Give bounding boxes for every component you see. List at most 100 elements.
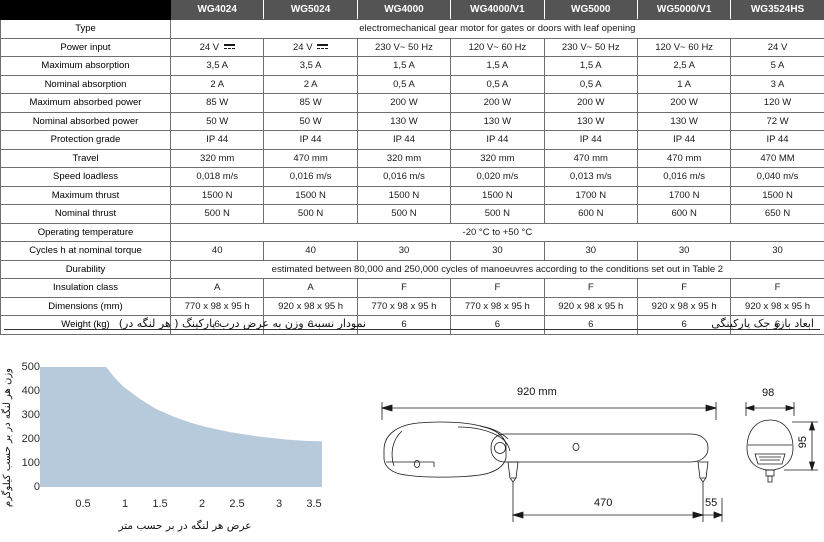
table-row: Protection grade IP 44 IP 44 IP 44 IP 44 IP 4…	[0, 130, 824, 150]
row-value-cell: 1,5 A	[543, 56, 638, 76]
table-row: Nominal absorbed power 50 W 50 W 130 W 130 W…	[0, 111, 824, 131]
row-value-cell: IP 44	[543, 130, 638, 150]
row-value-cell: 470 MM	[730, 148, 824, 168]
table-row: Maximum absorbed power 85 W 85 W 200 W 200 W…	[0, 93, 824, 113]
row-value-cell: 200 W	[543, 93, 638, 113]
row-label: Power input	[0, 37, 171, 57]
table-row: Cycles h at nominal torque 40 40 30 30 30 30 30	[0, 241, 824, 261]
dimension-label-bracket-span: 470	[594, 497, 613, 509]
row-value-cell: 40	[169, 241, 265, 261]
row-value-cell: 500 N	[169, 204, 265, 224]
table-row: Type electromechanical gear motor for gat…	[0, 19, 824, 39]
row-label: Maximum absorption	[0, 56, 171, 76]
table-row: Travel 320 mm 470 mm 320 mm 320 mm 470 mm 470 …	[0, 148, 824, 168]
dc-voltage-icon	[317, 43, 329, 50]
row-value-cell: 5 A	[730, 56, 824, 76]
row-value-cell: 72 W	[730, 111, 824, 131]
specification-table: WG4024 WG5024 WG4000 WG4000/V1 WG5000 WG…	[0, 0, 824, 335]
row-value-cell: 500 N	[263, 204, 358, 224]
row-value-cell: 130 W	[450, 111, 545, 131]
row-value-cell: 2,5 A	[636, 56, 732, 76]
row-label: Protection grade	[0, 130, 171, 150]
row-value-spanning: electromechanical gear motor for gates o…	[170, 19, 824, 39]
row-value-cell: 320 mm	[169, 148, 265, 168]
row-label: Maximum absorbed power	[0, 93, 171, 113]
row-value-cell: 120 V~ 60 Hz	[450, 37, 545, 57]
row-value-cell: 1500 N	[356, 185, 452, 205]
chart-panel-title: نمودار نسبت وزن به عرض درب پارکینگ ( هر …	[4, 313, 372, 330]
row-value-cell: 500 N	[356, 204, 452, 224]
row-value-spanning: -20 °C to +50 °C	[170, 222, 824, 242]
diagram-area: 920 mm 470 55 98 95	[372, 330, 824, 540]
row-value-spanning: estimated between 80,000 and 250,000 cyc…	[170, 259, 824, 279]
row-value-cell: 200 W	[636, 93, 732, 113]
row-value-cell: 200 W	[450, 93, 545, 113]
column-header-model-1: WG5024	[263, 0, 358, 20]
row-label: Travel	[0, 148, 171, 168]
table-row: Speed loadless 0,018 m/s 0,016 m/s 0,016 m/…	[0, 167, 824, 187]
row-value-cell: 0,5 A	[543, 74, 638, 94]
dc-voltage-icon	[223, 43, 235, 50]
row-value-cell: 1 A	[636, 74, 732, 94]
row-value-cell: 30	[543, 241, 638, 261]
row-value-cell: 320 mm	[356, 148, 452, 168]
row-value-cell: 230 V~ 50 Hz	[356, 37, 452, 57]
table-row: Durability estimated between 80,000 and 2…	[0, 259, 824, 279]
table-row: Nominal absorption 2 A2 A 0,5 A 0,5 A 0,5 A1…	[0, 74, 824, 94]
row-value-cell: 470 mm	[263, 148, 358, 168]
chart-area-fill	[40, 367, 322, 487]
row-value-cell: 1500 N	[730, 185, 824, 205]
row-value-cell: 1,5 A	[356, 56, 452, 76]
row-value-cell: 120 V~ 60 Hz	[636, 37, 732, 57]
specification-table-body: Type electromechanical gear motor for gat…	[0, 19, 824, 335]
row-value-cell: A	[263, 278, 358, 298]
table-corner-cell	[0, 0, 171, 20]
row-value-cell: 40	[263, 241, 358, 261]
column-header-model-2: WG4000	[356, 0, 452, 20]
row-value-cell: IP 44	[450, 130, 545, 150]
row-value-cell: 2 A	[169, 74, 265, 94]
row-label: Type	[0, 19, 171, 39]
column-header-model-0: WG4024	[169, 0, 265, 20]
row-label: Cycles h at nominal torque	[0, 241, 171, 261]
arm-dimensions-panel: ابعاد بازو جک پارکینگی 920 mm 470 55 98 …	[372, 313, 824, 542]
row-value-cell: 3,5 A	[263, 56, 358, 76]
row-value-cell: 130 W	[543, 111, 638, 131]
specification-table-container: WG4024 WG5024 WG4000 WG4000/V1 WG5000 WG…	[0, 0, 824, 335]
row-value-cell: 24 V	[730, 37, 824, 57]
row-value-cell: IP 44	[636, 130, 732, 150]
row-value-cell: 600 N	[543, 204, 638, 224]
row-value-cell: 3 A	[730, 74, 824, 94]
row-value-cell: 0,016 m/s	[636, 167, 732, 187]
row-value-cell: 1700 N	[543, 185, 638, 205]
row-label: Durability	[0, 259, 171, 279]
table-row: Power input 24 V 24 V 230 V~ 50 Hz 120 V~ …	[0, 37, 824, 57]
column-header-model-5: WG5000/V1	[636, 0, 732, 20]
row-value-cell: 0,020 m/s	[450, 167, 545, 187]
row-value-cell: 0,5 A	[450, 74, 545, 94]
row-value-cell: 85 W	[263, 93, 358, 113]
row-value-cell: 1500 N	[263, 185, 358, 205]
dimension-label-end-offset: 55	[705, 497, 718, 509]
row-value-cell: F	[450, 278, 545, 298]
dimension-920	[380, 402, 718, 420]
table-row: Operating temperature -20 °C to +50 °C	[0, 222, 824, 242]
row-label: Operating temperature	[0, 222, 171, 242]
row-value-cell: 230 V~ 50 Hz	[543, 37, 638, 57]
row-value-cell: 0,013 m/s	[543, 167, 638, 187]
row-value-cell: F	[543, 278, 638, 298]
dimension-label-width: 98	[762, 387, 775, 399]
row-value-cell: 30	[356, 241, 452, 261]
row-value-cell: 130 W	[636, 111, 732, 131]
column-header-model-4: WG5000	[543, 0, 638, 20]
row-label: Speed loadless	[0, 167, 171, 187]
row-label: Nominal thrust	[0, 204, 171, 224]
row-value-cell: 1700 N	[636, 185, 732, 205]
operator-side-view	[383, 421, 709, 483]
row-value-cell: 320 mm	[450, 148, 545, 168]
column-header-model-3: WG4000/V1	[450, 0, 545, 20]
row-value-cell: 130 W	[356, 111, 452, 131]
row-value-cell: 30	[636, 241, 732, 261]
row-value-cell: 500 N	[450, 204, 545, 224]
row-value-cell: 600 N	[636, 204, 732, 224]
